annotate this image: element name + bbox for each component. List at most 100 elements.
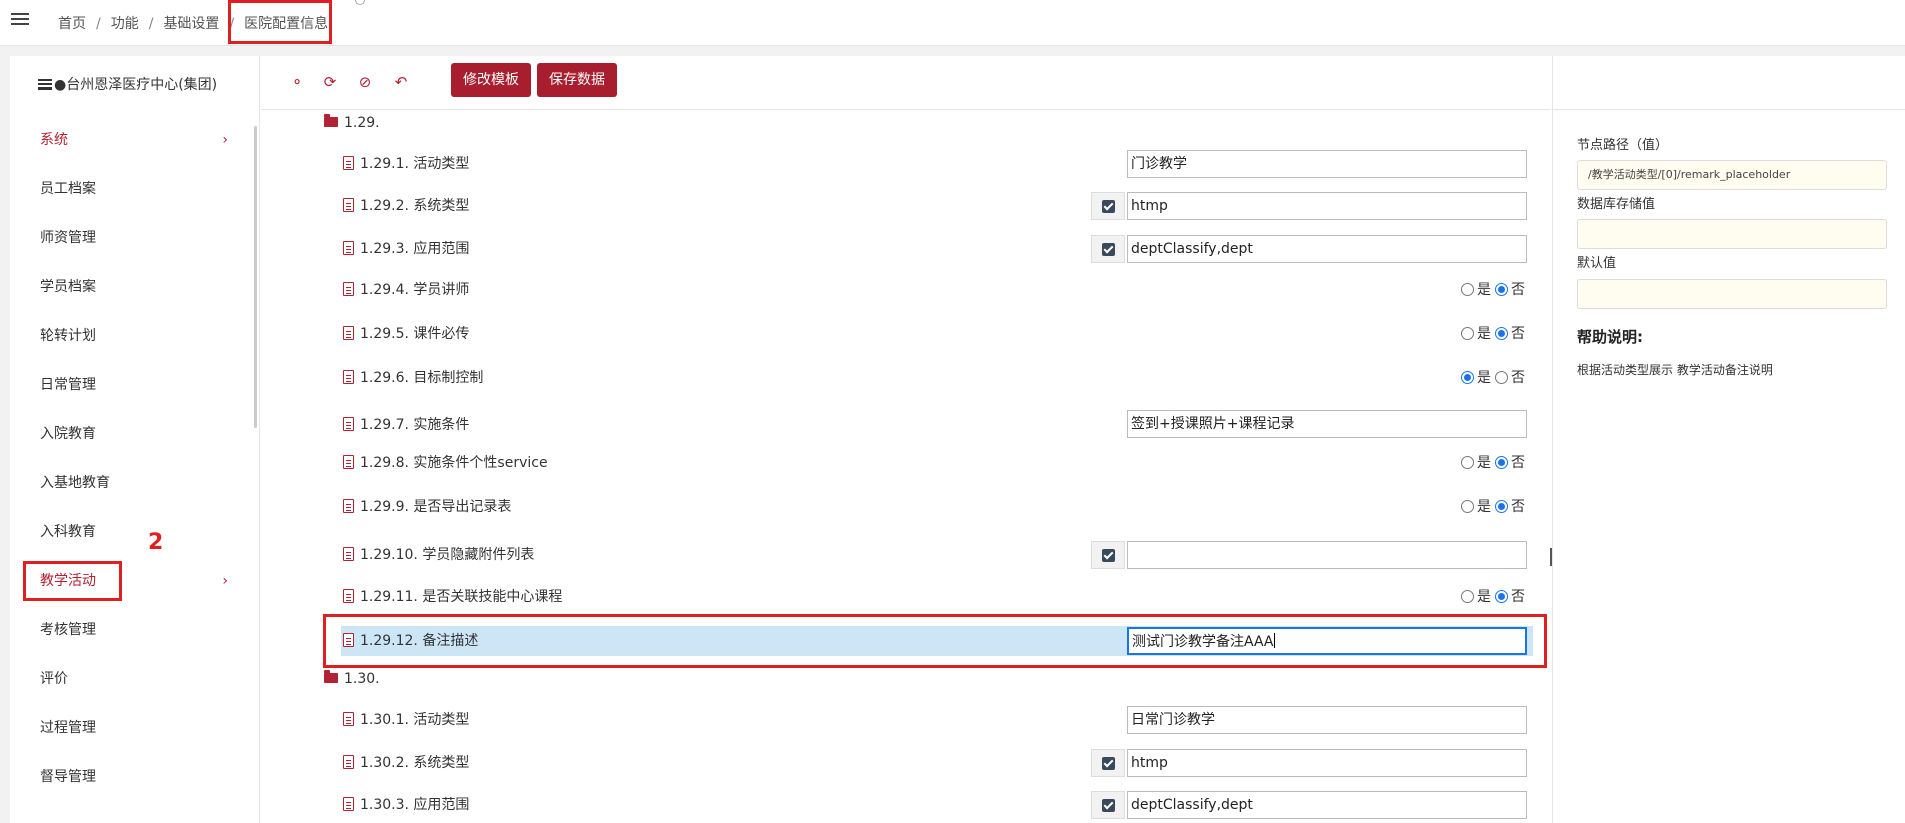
value-input[interactable]: deptClassify,dept <box>1127 235 1527 263</box>
sidebar-item-hospital-orientation[interactable]: 入院教育 <box>40 419 240 449</box>
enable-checkbox[interactable] <box>1091 235 1125 263</box>
tree-row[interactable]: 1.30.3. 应用范围 <box>343 793 469 817</box>
row-label: 1.29.9. 是否导出记录表 <box>360 499 512 515</box>
file-icon <box>343 241 354 255</box>
breadcrumb-home[interactable]: 首页 <box>58 16 86 32</box>
sidebar-item-label: 评价 <box>40 671 68 687</box>
sidebar-scrollbar[interactable] <box>254 126 257 428</box>
sidebar-item-student-records[interactable]: 学员档案 <box>40 272 240 302</box>
yes-no-radio-group: 是否 <box>1461 322 1525 346</box>
radio-yes[interactable] <box>1461 283 1474 296</box>
radio-yes[interactable] <box>1461 327 1474 340</box>
refresh-icon[interactable]: ⟳ <box>316 68 344 96</box>
sidebar-item-staff-records[interactable]: 员工档案 <box>40 174 240 204</box>
radio-yes-label: 是 <box>1477 326 1491 342</box>
file-icon <box>343 370 354 384</box>
tree-folder[interactable]: 1.30. <box>324 667 380 691</box>
radio-no[interactable] <box>1495 456 1508 469</box>
tree-row[interactable]: 1.29.5. 课件必传 <box>343 322 469 346</box>
file-icon <box>343 499 354 513</box>
file-icon <box>343 797 354 811</box>
radio-yes-label: 是 <box>1477 455 1491 471</box>
lightbulb-icon[interactable]: ⚬ <box>283 68 311 96</box>
org-name: ●台州恩泽医疗中心(集团) <box>38 74 217 94</box>
tree-row[interactable]: 1.29.3. 应用范围 <box>343 237 469 261</box>
tree-row[interactable]: 1.29.7. 实施条件 <box>343 413 469 437</box>
enable-checkbox[interactable] <box>1091 192 1125 220</box>
db-value-field[interactable] <box>1577 219 1887 249</box>
yes-no-radio-group: 是否 <box>1461 451 1525 475</box>
sidebar-item-system[interactable]: 系统 › <box>40 125 240 155</box>
eye-slash-icon[interactable]: ⊘ <box>351 68 379 96</box>
sidebar-item-faculty[interactable]: 师资管理 <box>40 223 240 253</box>
radio-yes[interactable] <box>1461 590 1474 603</box>
modify-template-button[interactable]: 修改模板 <box>451 63 531 97</box>
radio-yes-label: 是 <box>1477 282 1491 298</box>
file-icon <box>343 326 354 340</box>
file-icon <box>343 282 354 296</box>
highlight-box-teaching-activities <box>23 561 122 601</box>
radio-no[interactable] <box>1495 371 1508 384</box>
row-label: 1.29.10. 学员隐藏附件列表 <box>360 547 535 563</box>
tree-row[interactable]: 1.30.2. 系统类型 <box>343 751 469 775</box>
value-input[interactable]: htmp <box>1127 192 1527 220</box>
radio-yes[interactable] <box>1461 500 1474 513</box>
row-label: 1.29.2. 系统类型 <box>360 198 470 214</box>
sidebar-item-evaluation[interactable]: 评价 <box>40 664 240 694</box>
value-input[interactable]: 签到+授课照片+课程记录 <box>1127 410 1527 438</box>
radio-no[interactable] <box>1495 590 1508 603</box>
sidebar-item-label: 过程管理 <box>40 720 96 736</box>
tree-row[interactable]: 1.30.1. 活动类型 <box>343 708 469 732</box>
value-input[interactable]: 门诊教学 <box>1127 150 1527 178</box>
row-label: 1.30.3. 应用范围 <box>360 797 470 813</box>
tree-row[interactable]: 1.29.11. 是否关联技能中心课程 <box>343 585 562 609</box>
sidebar-item-assessment[interactable]: 考核管理 <box>40 615 240 645</box>
folder-label: 1.29. <box>344 115 380 131</box>
sidebar-item-dept-orientation[interactable]: 入科教育 <box>40 517 240 547</box>
tree-row[interactable]: 1.29.9. 是否导出记录表 <box>343 495 511 519</box>
tree-row[interactable]: 1.29.1. 活动类型 <box>343 152 469 176</box>
enable-checkbox[interactable] <box>1091 791 1125 819</box>
tree-row[interactable]: 1.29.2. 系统类型 <box>343 194 469 218</box>
sidebar-item-base-orientation[interactable]: 入基地教育 <box>40 468 240 498</box>
value-input[interactable]: deptClassify,dept <box>1127 791 1527 819</box>
file-icon <box>343 156 354 170</box>
radio-yes[interactable] <box>1461 371 1474 384</box>
sidebar-item-daily-management[interactable]: 日常管理 <box>40 370 240 400</box>
breadcrumb-function[interactable]: 功能 <box>111 16 139 32</box>
value-input[interactable] <box>1127 541 1527 569</box>
tree-row[interactable]: 1.29.8. 实施条件个性service <box>343 451 548 475</box>
folder-open-icon <box>324 114 338 127</box>
row-label: 1.30.1. 活动类型 <box>360 712 470 728</box>
checkbox-checked-icon <box>1102 799 1115 812</box>
sidebar-item-label: 督导管理 <box>40 769 96 785</box>
tree-row[interactable]: 1.29.4. 学员讲师 <box>343 278 469 302</box>
tree-row[interactable]: 1.29.10. 学员隐藏附件列表 <box>343 543 534 567</box>
value-input[interactable]: 日常门诊教学 <box>1127 706 1527 734</box>
radio-yes-label: 是 <box>1477 499 1491 515</box>
undo-icon[interactable]: ↶ <box>387 68 415 96</box>
radio-no[interactable] <box>1495 500 1508 513</box>
radio-yes[interactable] <box>1461 456 1474 469</box>
breadcrumb-separator: / <box>148 16 154 32</box>
sidebar-item-label: 学员档案 <box>40 279 96 295</box>
radio-no[interactable] <box>1495 283 1508 296</box>
radio-no[interactable] <box>1495 327 1508 340</box>
folder-label: 1.30. <box>344 671 380 687</box>
breadcrumb-basic-settings[interactable]: 基础设置 <box>163 16 219 32</box>
tree-row[interactable]: 1.29.6. 目标制控制 <box>343 366 483 390</box>
tree-folder[interactable]: 1.29. <box>324 111 380 135</box>
enable-checkbox[interactable] <box>1091 541 1125 569</box>
sidebar-item-rotation-plan[interactable]: 轮转计划 <box>40 321 240 351</box>
save-data-button[interactable]: 保存数据 <box>537 63 617 97</box>
sidebar-item-supervision[interactable]: 督导管理 <box>40 762 240 792</box>
sidebar-item-label: 员工档案 <box>40 181 96 197</box>
enable-checkbox[interactable] <box>1091 749 1125 777</box>
node-path-field[interactable]: /教学活动类型/[0]/remark_placeholder <box>1577 160 1887 190</box>
chevron-right-icon: › <box>222 132 228 148</box>
row-label: 1.29.6. 目标制控制 <box>360 370 484 386</box>
hamburger-menu-icon[interactable] <box>8 10 32 34</box>
default-value-field[interactable] <box>1577 279 1887 309</box>
value-input[interactable]: htmp <box>1127 749 1527 777</box>
sidebar-item-process-management[interactable]: 过程管理 <box>40 713 240 743</box>
